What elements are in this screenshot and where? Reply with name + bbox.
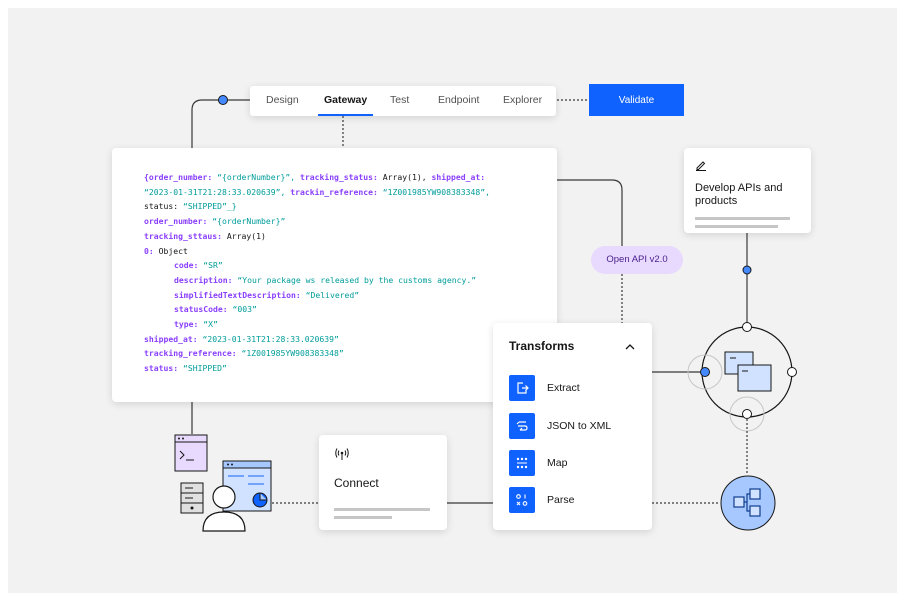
- transforms-panel: Transforms Extract JSON to XML Map Parse: [493, 323, 652, 530]
- edit-icon: [696, 161, 706, 171]
- connect-card-title: Connect: [334, 476, 379, 490]
- tab-endpoint[interactable]: Endpoint: [438, 86, 479, 116]
- connect-card[interactable]: Connect: [319, 435, 447, 530]
- parse-icon: [509, 487, 535, 513]
- chevron-up-icon[interactable]: [625, 342, 635, 352]
- transform-item-parse[interactable]: Parse: [509, 487, 574, 513]
- develop-card[interactable]: Develop APIs and products: [684, 148, 811, 233]
- placeholder-bar: [695, 225, 778, 228]
- tab-design[interactable]: Design: [266, 86, 299, 116]
- transforms-title: Transforms: [509, 339, 575, 353]
- transform-item-map[interactable]: Map: [509, 450, 567, 476]
- placeholder-bar: [695, 217, 790, 220]
- open-api-badge[interactable]: Open API v2.0: [591, 246, 683, 274]
- user-icon: [202, 485, 246, 532]
- placeholder-bar: [334, 516, 392, 519]
- validate-button[interactable]: Validate: [589, 84, 684, 116]
- map-icon: [509, 450, 535, 476]
- json-code-panel: {order_number: “{orderNumber}”, tracking…: [112, 148, 557, 402]
- tab-bar: Design Gateway Test Endpoint Explorer: [250, 86, 556, 116]
- tab-gateway[interactable]: Gateway: [317, 86, 374, 116]
- develop-card-title: Develop APIs and products: [695, 182, 783, 207]
- extract-icon: [509, 375, 535, 401]
- transform-item-extract[interactable]: Extract: [509, 375, 580, 401]
- terminal-icon: [174, 434, 208, 472]
- transform-item-json-to-xml[interactable]: JSON to XML: [509, 413, 611, 439]
- tab-test[interactable]: Test: [390, 86, 409, 116]
- modules-icon: [720, 475, 776, 531]
- windows-icon: [724, 351, 772, 392]
- json-to-xml-icon: [509, 413, 535, 439]
- placeholder-bar: [334, 508, 430, 511]
- tab-explorer[interactable]: Explorer: [503, 86, 542, 116]
- wireless-icon: [335, 448, 349, 460]
